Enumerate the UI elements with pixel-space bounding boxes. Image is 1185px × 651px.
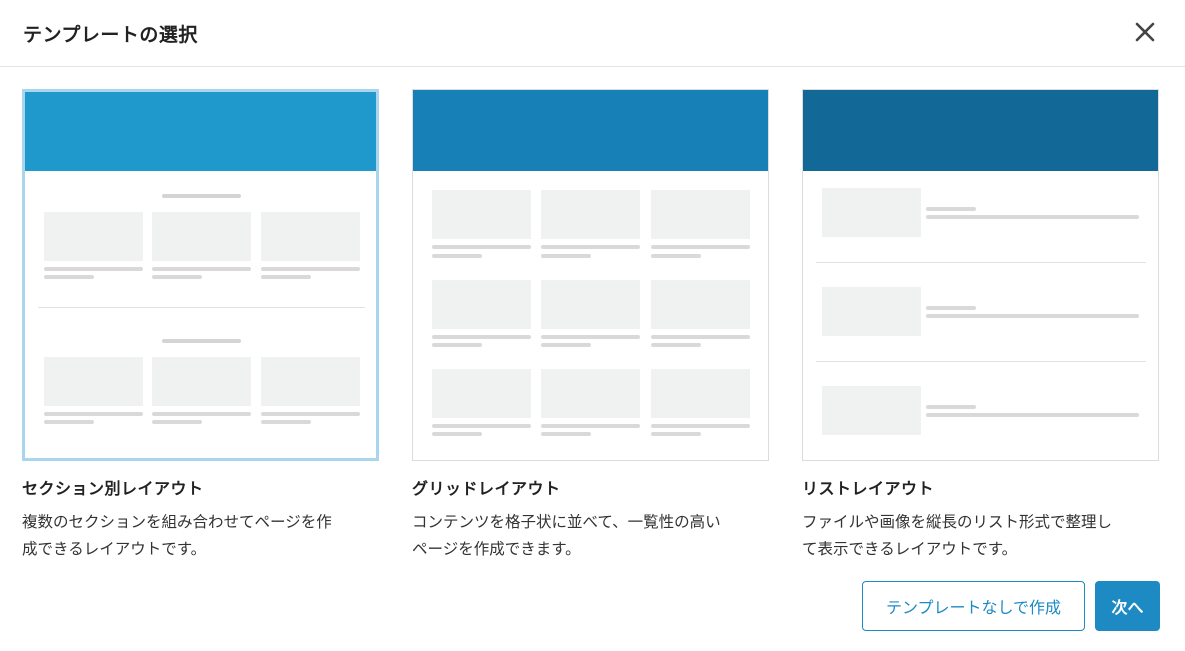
section-divider xyxy=(38,307,365,308)
dialog-header: テンプレートの選択 xyxy=(0,0,1185,67)
grid-text-line xyxy=(432,245,531,249)
grid-thumb xyxy=(651,190,750,239)
template-desc-line: 成できるレイアウトです。 xyxy=(22,540,207,558)
grid-thumb xyxy=(651,369,750,418)
list-thumb xyxy=(822,188,921,237)
template-desc-line: コンテンツを格子状に並べて、一覧性の高い xyxy=(412,513,721,531)
close-button[interactable] xyxy=(1131,18,1159,46)
grid-preview-header xyxy=(413,90,768,171)
grid-text-line xyxy=(651,245,750,249)
grid-text-line xyxy=(651,343,701,347)
grid-thumb xyxy=(541,190,640,239)
template-desc-section: 複数のセクションを組み合わせてページを作 成できるレイアウトです。 xyxy=(22,509,382,563)
grid-text-line xyxy=(432,432,482,436)
section-thumb xyxy=(261,357,360,406)
next-button[interactable]: 次へ xyxy=(1095,581,1160,631)
create-without-template-button[interactable]: テンプレートなしで作成 xyxy=(862,581,1085,631)
template-desc-list: ファイルや画像を縦長のリスト形式で整理し て表示できるレイアウトです。 xyxy=(802,509,1162,563)
template-desc-line: ページを作成できます。 xyxy=(412,540,581,558)
grid-thumb xyxy=(541,280,640,329)
section-thumb xyxy=(44,212,143,261)
section-heading-line xyxy=(162,339,241,343)
list-divider xyxy=(816,262,1146,263)
list-thumb xyxy=(822,386,921,435)
list-text-line xyxy=(926,306,976,310)
section-text-line xyxy=(152,420,202,424)
grid-text-line xyxy=(651,254,701,258)
list-preview-header xyxy=(803,90,1158,171)
template-desc-line: て表示できるレイアウトです。 xyxy=(802,540,1018,558)
section-text-line xyxy=(44,412,143,416)
template-card-grid[interactable] xyxy=(412,89,769,461)
grid-text-line xyxy=(432,343,482,347)
section-thumb xyxy=(261,212,360,261)
grid-thumb xyxy=(432,190,531,239)
template-desc-grid: コンテンツを格子状に並べて、一覧性の高い ページを作成できます。 xyxy=(412,509,772,563)
section-thumb xyxy=(152,357,251,406)
grid-text-line xyxy=(432,424,531,428)
list-text-line xyxy=(926,413,1139,417)
list-thumb xyxy=(822,287,921,336)
grid-text-line xyxy=(541,424,640,428)
grid-thumb xyxy=(432,280,531,329)
section-preview-header xyxy=(25,92,376,171)
dialog-title: テンプレートの選択 xyxy=(23,24,198,46)
list-divider xyxy=(816,361,1146,362)
grid-thumb xyxy=(541,369,640,418)
list-text-line xyxy=(926,405,976,409)
grid-thumb xyxy=(651,280,750,329)
grid-text-line xyxy=(432,254,482,258)
close-icon xyxy=(1135,22,1155,42)
list-text-line xyxy=(926,215,1139,219)
grid-text-line xyxy=(541,245,640,249)
grid-thumb xyxy=(432,369,531,418)
grid-text-line xyxy=(651,424,750,428)
section-text-line xyxy=(44,275,94,279)
section-thumb xyxy=(44,357,143,406)
template-desc-line: ファイルや画像を縦長のリスト形式で整理し xyxy=(802,513,1113,531)
template-card-section[interactable] xyxy=(22,89,379,461)
template-title-list: リストレイアウト xyxy=(802,479,935,498)
grid-text-line xyxy=(541,432,591,436)
section-text-line xyxy=(44,267,143,271)
list-text-line xyxy=(926,314,1139,318)
template-desc-line: 複数のセクションを組み合わせてページを作 xyxy=(22,513,332,531)
template-title-section: セクション別レイアウト xyxy=(22,479,204,498)
section-text-line xyxy=(152,412,251,416)
grid-text-line xyxy=(651,432,701,436)
template-title-grid: グリッドレイアウト xyxy=(412,479,561,498)
section-heading-line xyxy=(162,194,241,198)
section-text-line xyxy=(152,275,202,279)
grid-text-line xyxy=(432,335,531,339)
section-text-line xyxy=(261,420,311,424)
section-text-line xyxy=(261,275,311,279)
section-text-line xyxy=(261,267,360,271)
grid-text-line xyxy=(651,335,750,339)
list-text-line xyxy=(926,207,976,211)
section-thumb xyxy=(152,212,251,261)
section-text-line xyxy=(152,267,251,271)
grid-text-line xyxy=(541,254,591,258)
grid-text-line xyxy=(541,343,591,347)
section-text-line xyxy=(261,412,360,416)
template-card-list[interactable] xyxy=(802,89,1159,461)
grid-text-line xyxy=(541,335,640,339)
section-text-line xyxy=(44,420,94,424)
